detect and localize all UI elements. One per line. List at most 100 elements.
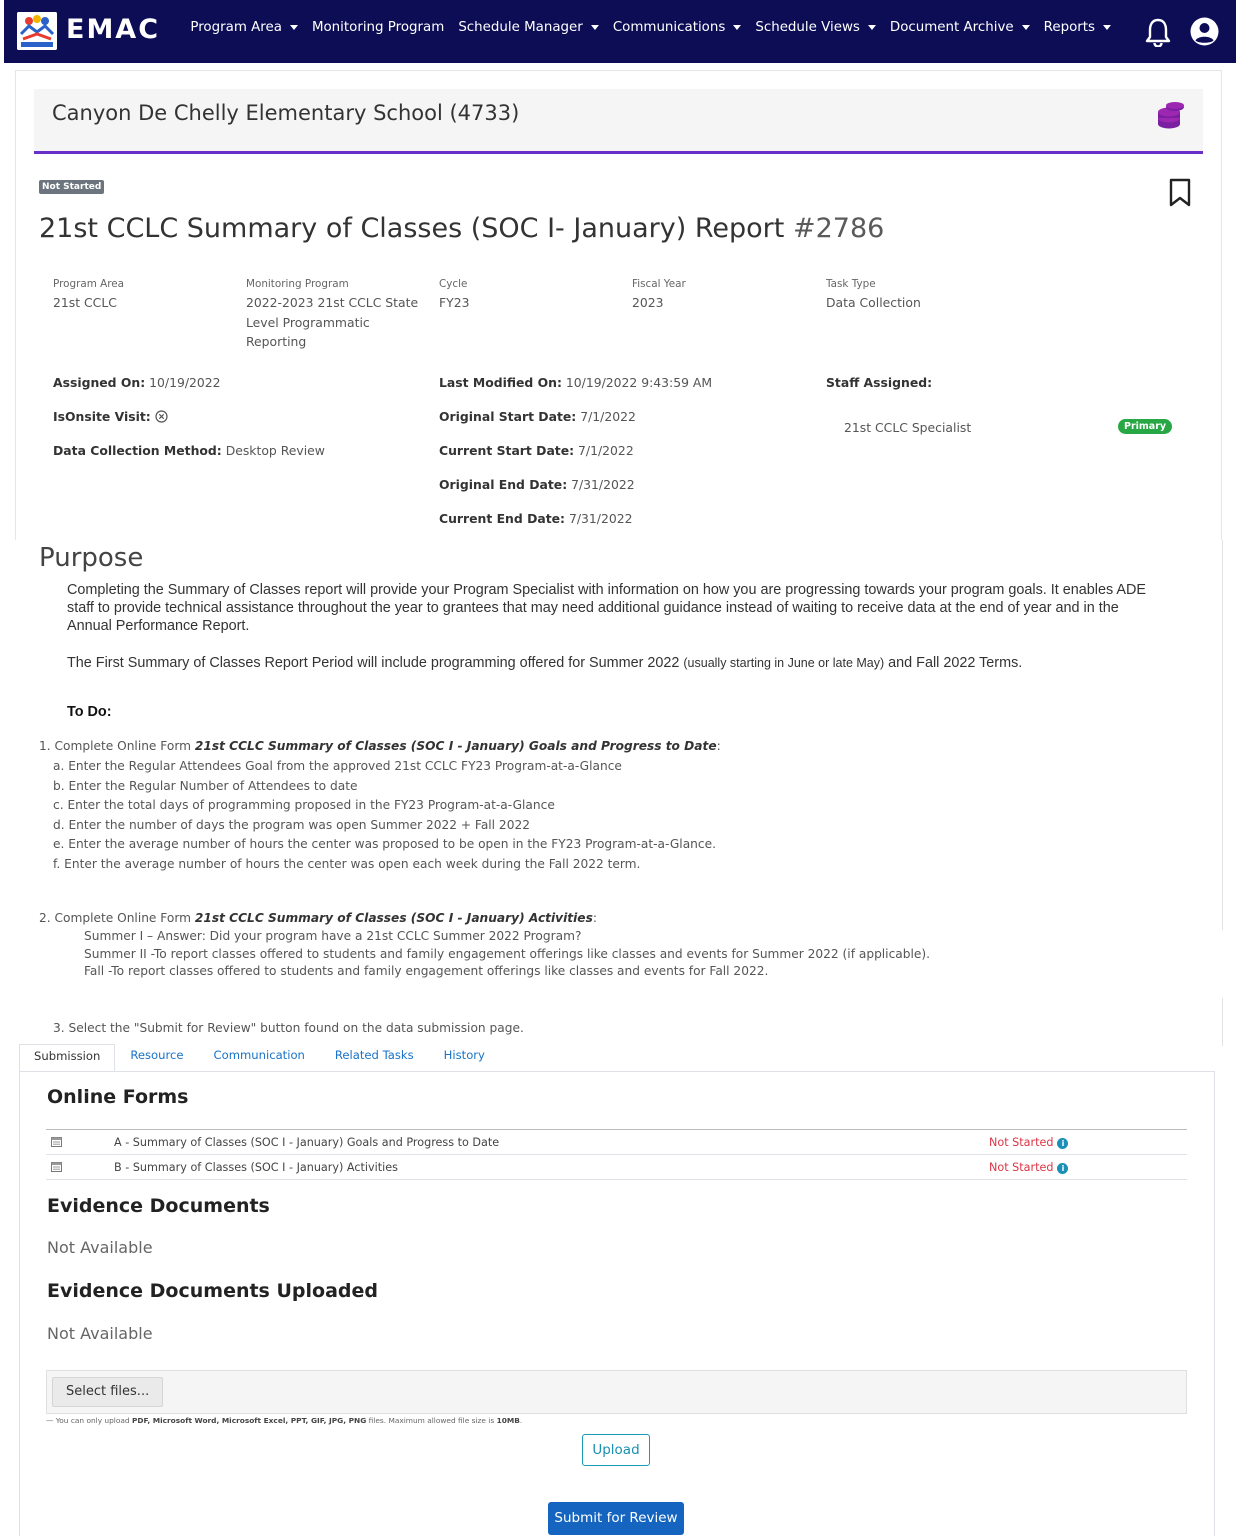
purpose-line: Annual Performance Report. [67,618,250,634]
x-circle-icon [155,410,168,423]
meta-label: Monitoring Program [246,278,349,290]
form-link[interactable]: A - Summary of Classes (SOC I - January)… [114,1136,499,1149]
evidence-documents-empty: Not Available [47,1238,153,1257]
meta-value-line: Reporting [246,334,307,349]
staff-name: 21st CCLC Specialist [844,420,972,435]
meta-monitoring-program: Monitoring Program 2022-2023 21st CCLC S… [246,278,426,352]
nav-schedule-manager[interactable]: Schedule Manager [451,20,606,35]
nav-program-area[interactable]: Program Area [183,20,305,35]
nav-reports[interactable]: Reports [1037,20,1118,35]
step-text: 2. Complete Online Form [39,911,191,925]
step-item: f. Enter the average number of hours the… [53,856,641,871]
current-end-date: Current End Date: 7/31/2022 [439,511,633,526]
onsite-visit: IsOnsite Visit: [53,409,168,424]
nav-schedule-views[interactable]: Schedule Views [748,20,883,35]
info-label: Original Start Date: [439,409,577,424]
caret-down-icon [1103,25,1111,30]
purpose-text: The First Summary of Classes Report Peri… [67,655,680,671]
file-upload-zone[interactable]: Select files... [46,1370,1187,1414]
upload-hint: — You can only upload PDF, Microsoft Wor… [46,1416,523,1425]
nav-label: Schedule Views [755,20,860,35]
nav-document-archive[interactable]: Document Archive [883,20,1037,35]
form-row[interactable]: B - Summary of Classes (SOC I - January)… [46,1155,1187,1180]
caret-down-icon [867,25,876,30]
info-value: 7/1/2022 [578,443,634,458]
purpose-heading: Purpose [39,543,144,573]
step-item: a. Enter the Regular Attendees Goal from… [53,759,622,773]
meta-cycle: Cycle FY23 [439,278,619,313]
purpose-paragraph-1: Completing the Summary of Classes report… [67,581,1197,635]
tab-communication[interactable]: Communication [199,1044,320,1072]
info-icon[interactable]: i [1057,1138,1069,1149]
tab-resource[interactable]: Resource [115,1044,198,1072]
report-title-text: 21st CCLC Summary of Classes (SOC I- Jan… [39,213,785,244]
meta-label: Task Type [826,278,876,290]
report-number: #2786 [792,213,885,244]
nav-label: Document Archive [889,20,1014,35]
form-status: Not Started i [989,1161,1069,1174]
form-icon [51,1137,62,1147]
status-text: Not Started [989,1161,1054,1174]
staff-assigned-label: Staff Assigned: [826,375,932,390]
step-3: 3. Select the "Submit for Review" button… [53,1021,524,1035]
bell-icon[interactable] [1144,17,1172,47]
form-status: Not Started i [989,1136,1069,1149]
coins-icon[interactable] [1156,101,1186,131]
user-avatar-icon[interactable] [1190,17,1219,46]
info-value: 7/31/2022 [568,511,633,526]
nav-monitoring-program[interactable]: Monitoring Program [305,20,451,35]
caret-down-icon [1021,25,1030,30]
info-label: Current End Date: [439,511,565,526]
form-link[interactable]: B - Summary of Classes (SOC I - January)… [114,1161,398,1174]
tab-submission[interactable]: Submission [19,1044,116,1072]
info-label: Original End Date: [439,477,568,492]
school-name: Canyon De Chelly Elementary School (4733… [52,101,520,125]
tab-related-tasks[interactable]: Related Tasks [320,1044,429,1072]
meta-label: Program Area [53,278,125,290]
step-1-list: a. Enter the Regular Attendees Goal from… [53,757,716,875]
step-2-list: Summer I – Answer: Did your program have… [84,928,930,981]
meta-value-line: Level Programmatic [246,314,370,330]
tab-history[interactable]: History [429,1044,500,1072]
step-item: Fall -To report classes offered to stude… [84,964,769,978]
nav-label: Reports [1043,20,1095,35]
bookmark-icon[interactable] [1168,178,1192,208]
purpose-line: Completing the Summary of Classes report… [67,582,1146,598]
meta-task-type: Task Type Data Collection [826,278,1006,313]
report-title: 21st CCLC Summary of Classes (SOC I- Jan… [39,213,884,244]
form-name: 21st CCLC Summary of Classes (SOC I - Ja… [194,911,593,925]
divider [1222,540,1223,930]
hint-text: — You can only upload [46,1416,130,1425]
upload-button[interactable]: Upload [582,1434,650,1466]
step-item: d. Enter the number of days the program … [53,817,530,832]
online-forms-table: A - Summary of Classes (SOC I - January)… [46,1129,1187,1180]
status-badge: Not Started [39,180,105,194]
emac-logo[interactable] [17,12,57,50]
nav-menu: Program Area Monitoring Program Schedule… [183,20,1118,35]
submit-for-review-button[interactable]: Submit for Review [548,1502,684,1535]
meta-fiscal-year: Fiscal Year 2023 [632,278,812,313]
info-icon[interactable]: i [1057,1163,1069,1174]
meta-value: FY23 [439,295,470,310]
select-files-button[interactable]: Select files... [52,1377,164,1407]
info-label: Data Collection Method: [53,443,222,458]
nav-communications[interactable]: Communications [606,20,749,35]
form-row[interactable]: A - Summary of Classes (SOC I - January)… [46,1130,1187,1155]
brand-name[interactable]: EMAC [66,14,160,45]
form-icon [51,1162,62,1172]
info-value: 7/1/2022 [580,409,636,424]
divider [1222,998,1223,1046]
original-start-date: Original Start Date: 7/1/2022 [439,409,636,424]
step-item: e. Enter the average number of hours the… [53,837,716,852]
nav-label: Communications [612,20,726,35]
status-text: Not Started [989,1136,1054,1149]
last-modified: Last Modified On: 10/19/2022 9:43:59 AM [439,375,712,390]
info-label: Current Start Date: [439,443,575,458]
purpose-paragraph-2: The First Summary of Classes Report Peri… [67,654,1197,672]
current-start-date: Current Start Date: 7/1/2022 [439,443,634,458]
purpose-text: and Fall 2022 Terms. [888,655,1023,671]
step-1: 1. Complete Online Form 21st CCLC Summar… [39,739,721,753]
info-value: 10/19/2022 9:43:59 AM [565,375,713,390]
meta-label: Fiscal Year [632,278,686,290]
data-collection-method: Data Collection Method: Desktop Review [53,443,325,458]
